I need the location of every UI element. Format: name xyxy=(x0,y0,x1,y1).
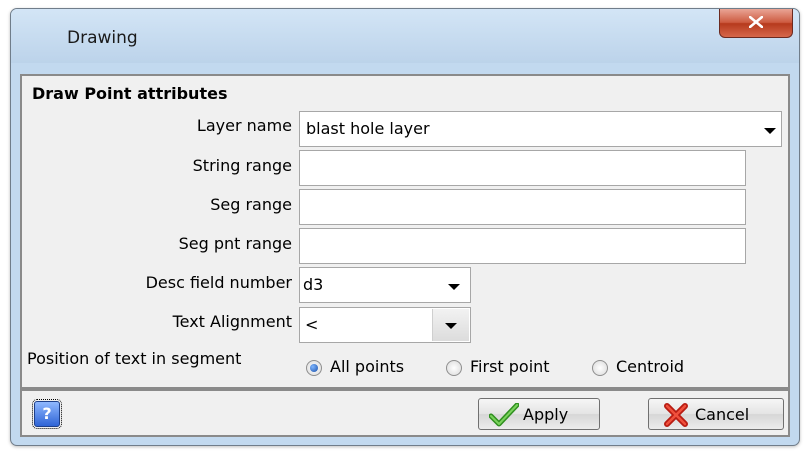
text-alignment-combo[interactable]: < xyxy=(299,307,471,343)
first-point-radio[interactable] xyxy=(446,360,462,376)
centroid-label[interactable]: Centroid xyxy=(616,357,684,376)
chevron-down-icon xyxy=(445,323,457,329)
seg-range-label: Seg range xyxy=(210,195,292,214)
text-alignment-label: Text Alignment xyxy=(172,312,292,331)
desc-field-number-label: Desc field number xyxy=(145,273,292,292)
chevron-down-icon xyxy=(448,284,460,290)
close-button[interactable] xyxy=(719,9,793,38)
layer-name-label: Layer name xyxy=(196,116,292,135)
apply-label: Apply xyxy=(523,405,569,424)
dialog-window: Drawing Draw Point attributes Layer name… xyxy=(10,8,800,446)
title-bar[interactable]: Drawing xyxy=(11,9,799,63)
red-x-icon xyxy=(664,403,688,427)
draw-point-attributes-group: Draw Point attributes Layer name blast h… xyxy=(20,74,790,389)
checkmark-icon xyxy=(489,403,519,427)
help-icon: ? xyxy=(42,404,52,423)
string-range-label: String range xyxy=(192,156,292,175)
desc-field-number-value: d3 xyxy=(303,275,324,294)
dialog-client: Draw Point attributes Layer name blast h… xyxy=(20,74,790,437)
chevron-down-icon xyxy=(764,128,776,134)
first-point-label[interactable]: First point xyxy=(470,357,550,376)
position-label: Position of text in segment xyxy=(27,349,242,368)
centroid-radio[interactable] xyxy=(592,360,608,376)
apply-button[interactable]: Apply xyxy=(478,398,600,430)
cancel-label: Cancel xyxy=(695,405,750,424)
button-bar: ? Apply Cancel xyxy=(20,389,790,437)
all-points-label[interactable]: All points xyxy=(330,357,404,376)
group-title: Draw Point attributes xyxy=(32,84,228,103)
all-points-radio[interactable] xyxy=(306,360,322,376)
seg-pnt-range-input[interactable] xyxy=(299,228,746,264)
seg-range-input[interactable] xyxy=(299,189,746,225)
window-title: Drawing xyxy=(67,28,138,48)
text-alignment-dropdown-button[interactable] xyxy=(432,309,469,341)
help-button[interactable]: ? xyxy=(32,399,62,429)
close-icon xyxy=(749,16,763,28)
layer-name-combo[interactable]: blast hole layer xyxy=(299,111,782,147)
desc-field-number-combo[interactable]: d3 xyxy=(299,267,471,303)
seg-pnt-range-label: Seg pnt range xyxy=(178,234,292,253)
text-alignment-value: < xyxy=(305,315,319,334)
cancel-button[interactable]: Cancel xyxy=(648,398,784,430)
layer-name-value: blast hole layer xyxy=(306,119,430,138)
string-range-input[interactable] xyxy=(299,150,746,186)
